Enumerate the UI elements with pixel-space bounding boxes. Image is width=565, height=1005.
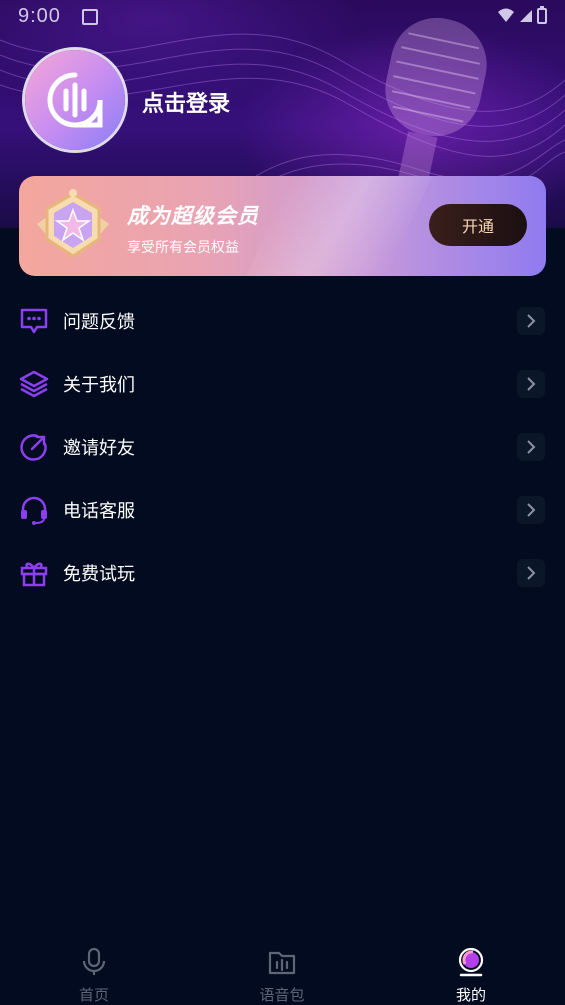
settings-menu: 问题反馈 关于我们 邀请好友 电话客服 免费试玩 [0, 289, 565, 604]
chevron-right-icon [517, 432, 545, 461]
profile-orb-icon [458, 947, 484, 977]
microphone-icon [82, 947, 106, 975]
chevron-right-icon [517, 495, 545, 524]
tab-label: 首页 [78, 986, 109, 1004]
microphone-decoration [385, 17, 487, 197]
chevron-right-icon [517, 369, 545, 398]
vip-title: 成为超级会员 [127, 204, 259, 228]
app-logo-icon [47, 72, 103, 128]
menu-label: 邀请好友 [63, 437, 135, 459]
gift-icon [19, 558, 49, 588]
battery-icon [537, 6, 547, 24]
wifi-icon [498, 8, 514, 22]
headset-icon [19, 495, 49, 525]
chevron-right-icon [517, 558, 545, 587]
vip-star-badge-icon [37, 189, 109, 258]
login-link[interactable]: 点击登录 [142, 86, 230, 118]
menu-label: 电话客服 [63, 500, 135, 522]
menu-item-phone-support[interactable]: 电话客服 [0, 478, 565, 541]
vip-subtitle: 享受所有会员权益 [127, 240, 239, 256]
activate-vip-button[interactable]: 开通 [429, 204, 527, 246]
menu-item-feedback[interactable]: 问题反馈 [0, 289, 565, 352]
menu-label: 问题反馈 [63, 311, 135, 333]
menu-label: 免费试玩 [63, 563, 135, 585]
menu-label: 关于我们 [63, 374, 135, 396]
menu-item-free-trial[interactable]: 免费试玩 [0, 541, 565, 604]
tab-mine[interactable]: 我的 [377, 936, 565, 1004]
signal-icon [520, 10, 532, 22]
tab-label: 语音包 [259, 986, 305, 1004]
tab-voice-pack[interactable]: 语音包 [188, 936, 376, 1004]
status-time: 9:00 [18, 5, 61, 27]
menu-item-about[interactable]: 关于我们 [0, 352, 565, 415]
tab-home[interactable]: 首页 [0, 936, 188, 1004]
chevron-right-icon [517, 306, 545, 335]
voice-folder-icon [268, 951, 296, 975]
bottom-tab-bar: 首页 语音包 我的 [0, 936, 565, 1004]
invite-arrow-icon [19, 432, 49, 462]
vip-membership-card[interactable]: 成为超级会员 享受所有会员权益 开通 [19, 176, 546, 276]
feedback-message-icon [19, 306, 49, 336]
layers-icon [19, 369, 49, 399]
notification-icon [82, 9, 98, 25]
avatar[interactable] [25, 50, 125, 150]
status-bar: 9:00 [0, 0, 565, 34]
tab-label: 我的 [455, 986, 486, 1004]
menu-item-invite[interactable]: 邀请好友 [0, 415, 565, 478]
